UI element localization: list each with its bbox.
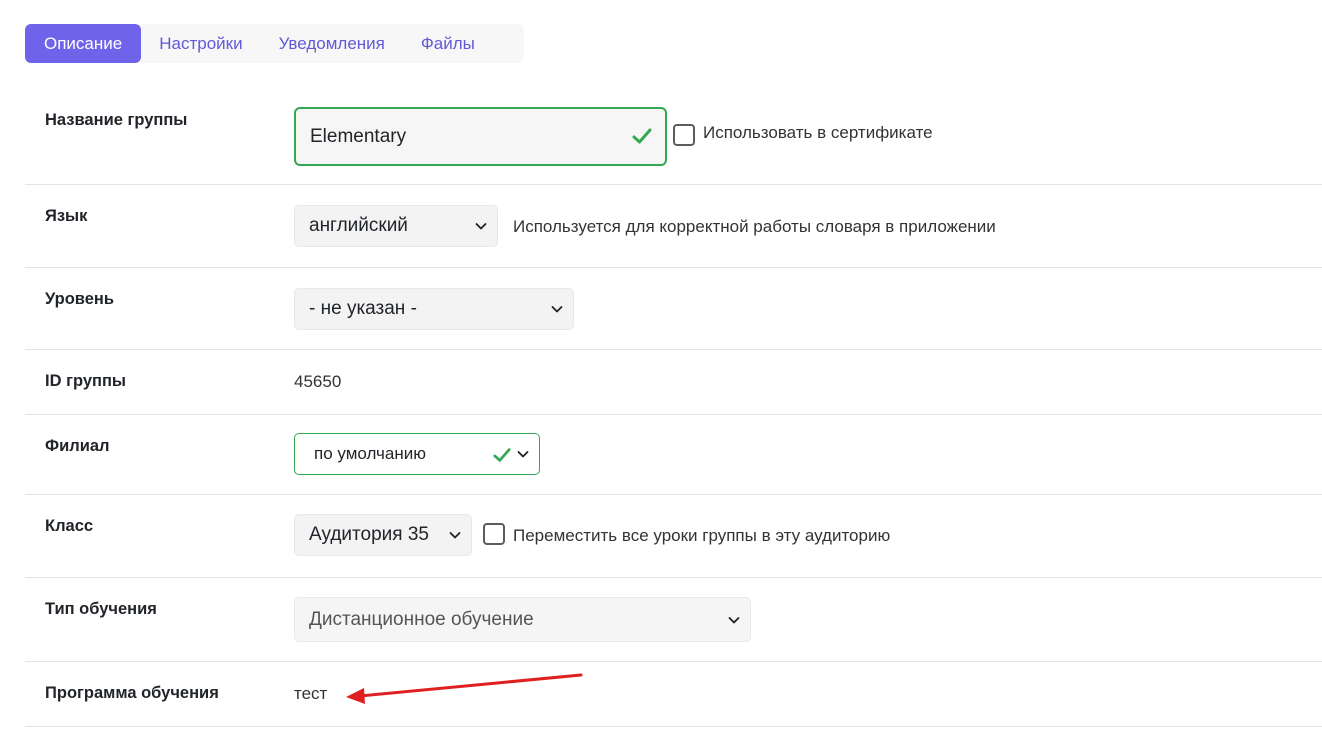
tab-description[interactable]: Описание [25, 24, 142, 63]
study-type-label: Тип обучения [45, 600, 157, 618]
group-id-label: ID группы [45, 372, 127, 390]
group-name-value: Elementary [310, 125, 407, 147]
move-lessons-checkbox[interactable] [483, 523, 505, 545]
move-lessons-label: Переместить все уроки группы в эту аудит… [513, 526, 891, 545]
level-selected: - не указан - [309, 298, 417, 319]
branch-select[interactable]: по умолчанию [294, 433, 540, 475]
program-label: Программа обучения [45, 684, 219, 702]
row-level: Уровень - не указан - [25, 268, 1322, 350]
tab-settings[interactable]: Настройки [141, 24, 260, 63]
level-select[interactable]: - не указан - [294, 288, 574, 330]
classroom-label: Класс [45, 517, 94, 535]
branch-label: Филиал [45, 437, 110, 455]
group-id-value: 45650 [294, 372, 342, 391]
language-hint: Используется для корректной работы слова… [513, 217, 996, 236]
chevron-down-icon [551, 306, 563, 313]
study-type-selected: Дистанционное обучение [309, 608, 534, 630]
level-label: Уровень [45, 290, 115, 308]
row-program: Программа обучения тест [25, 662, 1322, 727]
tab-notifications[interactable]: Уведомления [261, 24, 403, 63]
language-select[interactable]: английский [294, 205, 498, 247]
use-in-certificate-label: Использовать в сертификате [703, 123, 933, 142]
classroom-select[interactable]: Аудитория 35 [294, 514, 472, 556]
group-name-label: Название группы [45, 111, 188, 129]
row-group-id: ID группы 45650 [25, 350, 1322, 415]
annotation-arrow-icon [346, 673, 583, 704]
row-branch: Филиал по умолчанию [25, 415, 1322, 495]
branch-selected: по умолчанию [314, 444, 426, 463]
row-group-name: Название группы Elementary Использовать … [25, 88, 1322, 185]
tab-bar: Описание Настройки Уведомления Файлы [25, 24, 524, 63]
chevron-down-icon [517, 451, 529, 458]
chevron-down-icon [449, 532, 461, 539]
row-study-type: Тип обучения Дистанционное обучение [25, 578, 1322, 662]
program-value: тест [294, 684, 328, 703]
chevron-down-icon [475, 223, 487, 230]
chevron-down-icon [728, 617, 740, 624]
valid-check-icon [493, 448, 511, 462]
group-name-input[interactable]: Elementary [294, 107, 667, 166]
row-language: Язык английский Используется для коррект… [25, 185, 1322, 268]
tab-files[interactable]: Файлы [403, 24, 493, 63]
study-type-select[interactable]: Дистанционное обучение [294, 597, 751, 642]
language-label: Язык [45, 207, 88, 225]
valid-check-icon [632, 128, 652, 144]
language-selected: английский [309, 215, 408, 236]
classroom-selected: Аудитория 35 [309, 524, 429, 545]
use-in-certificate-checkbox[interactable] [673, 124, 695, 146]
row-classroom: Класс Аудитория 35 Переместить все уроки… [25, 495, 1322, 578]
